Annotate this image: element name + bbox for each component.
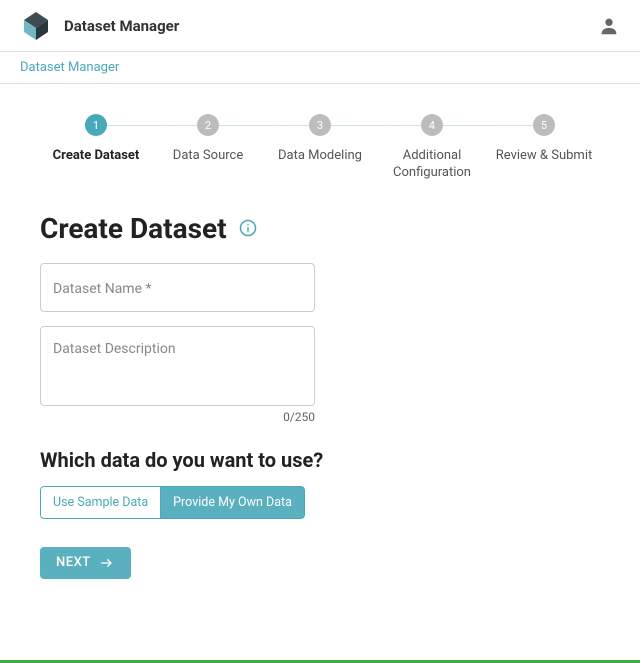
use-sample-data-button[interactable]: Use Sample Data (40, 486, 161, 519)
dataset-name-field-wrapper (40, 263, 315, 312)
step-review-submit[interactable]: 5 Review & Submit (488, 114, 600, 165)
step-number: 5 (533, 114, 555, 136)
step-number: 2 (197, 114, 219, 136)
step-label: Data Modeling (278, 148, 362, 165)
step-label: Create Dataset (53, 148, 140, 165)
step-connector (320, 125, 432, 126)
data-choice-toggle: Use Sample Data Provide My Own Data (40, 486, 305, 519)
topbar: Dataset Manager (0, 0, 640, 52)
provide-own-data-button[interactable]: Provide My Own Data (161, 486, 305, 519)
step-number: 1 (85, 114, 107, 136)
topbar-left: Dataset Manager (20, 10, 179, 42)
breadcrumb-root-link[interactable]: Dataset Manager (20, 60, 119, 75)
char-counter: 0/250 (40, 410, 315, 424)
data-choice-heading: Which data do you want to use? (40, 448, 600, 472)
page-title: Create Dataset (40, 212, 227, 245)
step-connector (208, 125, 320, 126)
step-label: Review & Submit (496, 148, 592, 165)
step-number: 3 (309, 114, 331, 136)
app-logo-icon (20, 10, 52, 42)
step-number: 4 (421, 114, 443, 136)
info-icon[interactable] (239, 219, 257, 237)
step-label: Additional Configuration (382, 148, 482, 182)
next-button-label: NEXT (56, 555, 91, 570)
app-title: Dataset Manager (64, 17, 179, 35)
dataset-description-field-wrapper (40, 326, 315, 406)
step-create-dataset[interactable]: 1 Create Dataset (40, 114, 152, 165)
dataset-description-input[interactable] (53, 341, 302, 373)
step-label: Data Source (173, 148, 243, 165)
step-connector (432, 125, 544, 126)
dataset-name-input[interactable] (53, 281, 302, 297)
step-data-modeling[interactable]: 3 Data Modeling (264, 114, 376, 165)
step-connector (96, 125, 208, 126)
arrow-right-icon (99, 555, 115, 571)
breadcrumb: Dataset Manager (0, 52, 640, 84)
main-content: 1 Create Dataset 2 Data Source 3 Data Mo… (0, 84, 640, 599)
next-button[interactable]: NEXT (40, 547, 131, 579)
step-data-source[interactable]: 2 Data Source (152, 114, 264, 165)
page-heading-row: Create Dataset (40, 212, 600, 245)
stepper: 1 Create Dataset 2 Data Source 3 Data Mo… (40, 114, 600, 182)
user-icon[interactable] (598, 15, 620, 37)
